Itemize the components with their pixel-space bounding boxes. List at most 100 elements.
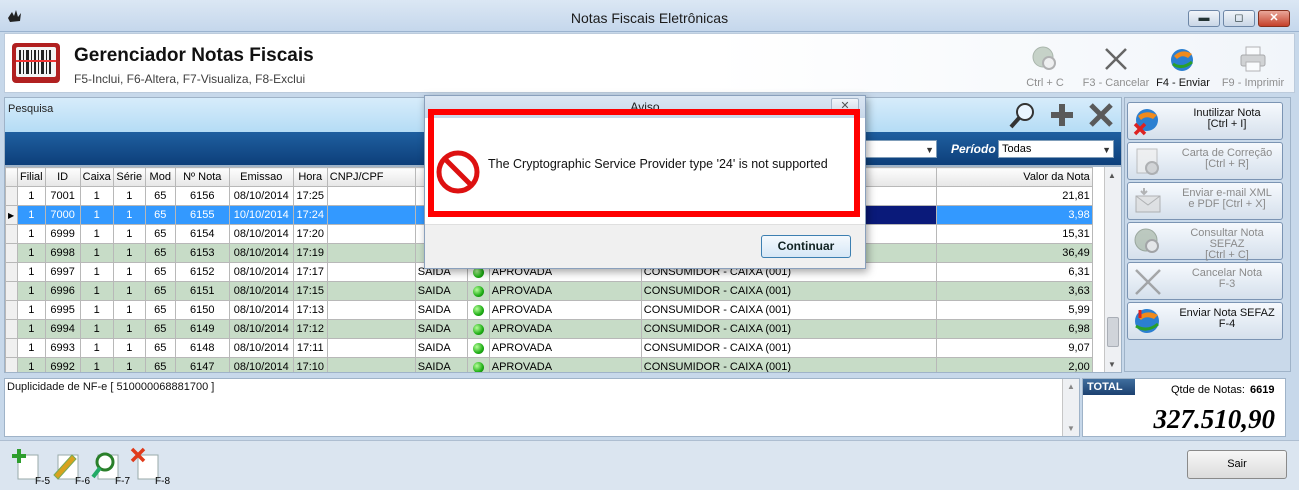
x-icon: [1105, 48, 1127, 70]
scrollbar-thumb[interactable]: [1107, 317, 1119, 347]
print-toolbar-button[interactable]: F9 - Imprimir: [1221, 44, 1285, 89]
column-header[interactable]: Hora: [292, 167, 328, 187]
cell-filial: 1: [17, 243, 46, 263]
cell-tipo: SAIDA: [414, 300, 468, 320]
cell-serie: 1: [112, 205, 146, 225]
status-ok-icon: [472, 304, 484, 316]
cell-hora: 17:10: [292, 357, 328, 372]
chevron-down-icon: ▼: [1102, 145, 1111, 155]
cell-hora: 17:25: [292, 186, 328, 206]
cell-emissao: 10/10/2014: [228, 205, 294, 225]
side-button-label: Cancelar Nota F-3: [1191, 267, 1263, 290]
cell-status: APROVADA: [488, 300, 642, 320]
scroll-down-icon[interactable]: ▼: [1067, 424, 1075, 433]
side-button-3[interactable]: Enviar e-mail XML e PDF [Ctrl + X]: [1127, 182, 1283, 220]
cell-serie: 1: [112, 338, 146, 358]
add-icon[interactable]: [1048, 101, 1076, 129]
cell-serie: 1: [112, 186, 146, 206]
cell-mod: 65: [144, 319, 176, 339]
cell-valor: 9,07: [935, 338, 1093, 358]
side-button-5[interactable]: Cancelar Nota F-3: [1127, 262, 1283, 300]
row-pointer-icon: ▶: [5, 205, 18, 225]
scroll-down-icon[interactable]: ▼: [1108, 360, 1116, 369]
cell-nota: 6156: [174, 186, 230, 206]
search-label: Pesquisa: [8, 103, 54, 115]
cell-nota: 6150: [174, 300, 230, 320]
maximize-button[interactable]: ◻: [1223, 10, 1255, 27]
cell-mod: 65: [144, 357, 176, 372]
status-ok-icon: [472, 361, 484, 372]
status-filter-select[interactable]: ▼: [861, 140, 937, 158]
row-indicator: [5, 186, 18, 206]
clear-icon[interactable]: [1087, 101, 1115, 129]
cell-valor: 21,81: [935, 186, 1093, 206]
grid-scrollbar[interactable]: ▲ ▼: [1104, 167, 1121, 372]
footer-bar: F-5 F-6 F-7 F-8: [0, 440, 1299, 490]
send-globe-icon: [1135, 309, 1159, 333]
column-header[interactable]: Valor da Nota: [935, 167, 1093, 187]
column-header[interactable]: Emissao: [228, 167, 294, 187]
add-note-button[interactable]: F-5: [10, 447, 50, 487]
exit-button[interactable]: Sair: [1187, 450, 1287, 479]
column-header[interactable]: Mod: [144, 167, 176, 187]
cell-mod: 65: [144, 300, 176, 320]
table-row[interactable]: 1 6993 1 1 65 6148 08/10/2014 17:11 SAIDA APROVAD…: [5, 338, 1093, 358]
globe-search-icon: [1134, 228, 1159, 253]
search-icon[interactable]: [1008, 100, 1038, 130]
row-indicator: [5, 243, 18, 263]
periodo-select[interactable]: Todas ▼: [998, 140, 1114, 158]
column-header[interactable]: Filial: [17, 167, 46, 187]
side-button-6[interactable]: Enviar Nota SEFAZ F-4: [1127, 302, 1283, 340]
edit-note-button[interactable]: F-6: [50, 447, 90, 487]
table-row[interactable]: 1 6994 1 1 65 6149 08/10/2014 17:12 SAIDA APROVAD…: [5, 319, 1093, 339]
column-header[interactable]: Nº Nota: [174, 167, 230, 187]
cell-mod: 65: [144, 186, 176, 206]
cell-status-led: [466, 319, 490, 339]
side-button-2[interactable]: Carta de Correção [Ctrl + R]: [1127, 142, 1283, 180]
column-header[interactable]: Série: [112, 167, 146, 187]
header-panel: Gerenciador Notas Fiscais F5-Inclui, F6-…: [4, 33, 1295, 93]
cell-status: APROVADA: [488, 319, 642, 339]
cell-emissao: 08/10/2014: [228, 224, 294, 244]
close-icon: ✕: [1269, 12, 1279, 24]
continue-button[interactable]: Continuar: [761, 235, 851, 258]
side-button-4[interactable]: Consultar Nota SEFAZ [Ctrl + C]: [1127, 222, 1283, 261]
chevron-down-icon: ▼: [925, 145, 934, 155]
send-toolbar-button[interactable]: F4 - Enviar: [1153, 44, 1213, 89]
cell-caixa: 1: [79, 357, 114, 372]
cell-status-led: [466, 281, 490, 301]
cell-serie: 1: [112, 262, 146, 282]
scroll-up-icon[interactable]: ▲: [1108, 171, 1116, 180]
qtde-value: 6619: [1250, 384, 1275, 396]
side-button-1[interactable]: Inutilizar Nota [Ctrl + I]: [1127, 102, 1283, 140]
total-label: TOTAL: [1083, 379, 1135, 395]
delete-note-button[interactable]: F-8: [130, 447, 170, 487]
column-header[interactable]: ID: [44, 167, 81, 187]
cell-filial: 1: [17, 357, 46, 372]
send-globe-icon: [1171, 49, 1193, 71]
cell-cliente: CONSUMIDOR - CAIXA (001): [640, 300, 937, 320]
column-header[interactable]: CNPJ/CPF: [326, 167, 416, 187]
cell-cnpj: [326, 338, 416, 358]
column-header[interactable]: Caixa: [79, 167, 114, 187]
scroll-up-icon[interactable]: ▲: [1067, 382, 1075, 391]
document-gear-icon: [1136, 148, 1159, 175]
minimize-button[interactable]: ▬: [1188, 10, 1220, 27]
table-row[interactable]: 1 6995 1 1 65 6150 08/10/2014 17:13 SAIDA APROVAD…: [5, 300, 1093, 320]
cancel-toolbar-button[interactable]: F3 - Cancelar: [1078, 44, 1154, 89]
cell-filial: 1: [17, 319, 46, 339]
cell-emissao: 08/10/2014: [228, 186, 294, 206]
view-note-button[interactable]: F-7: [90, 447, 130, 487]
qtde-label: Qtde de Notas:: [1171, 384, 1245, 396]
maximize-icon: ◻: [1234, 12, 1244, 24]
cell-id: 6999: [44, 224, 81, 244]
message-panel: Duplicidade de NF-e [ 510000068881700 ] …: [4, 378, 1080, 437]
cell-status-led: [466, 357, 490, 372]
table-row[interactable]: 1 6996 1 1 65 6151 08/10/2014 17:15 SAIDA APROVAD…: [5, 281, 1093, 301]
consult-toolbar-button[interactable]: Ctrl + C: [1022, 44, 1068, 89]
cell-hora: 17:24: [292, 205, 328, 225]
cell-status-led: [466, 300, 490, 320]
message-scrollbar[interactable]: ▲ ▼: [1062, 379, 1079, 436]
close-button[interactable]: ✕: [1258, 10, 1290, 27]
table-row[interactable]: 1 6992 1 1 65 6147 08/10/2014 17:10 SAIDA APROVAD…: [5, 357, 1093, 372]
